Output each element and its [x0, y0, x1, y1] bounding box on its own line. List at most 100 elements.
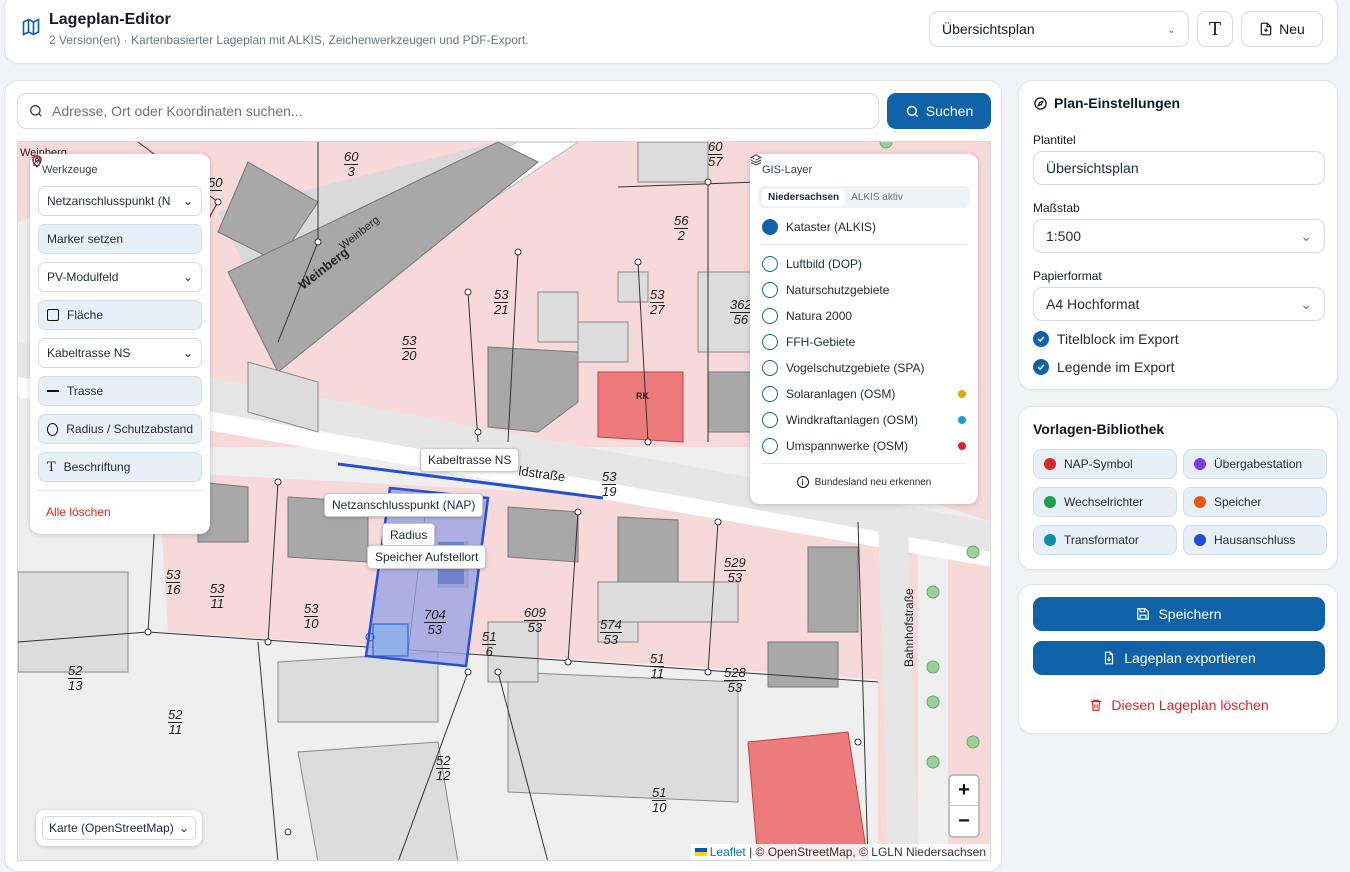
map-attribution: Leaflet | © OpenStreetMap, © LGLN Nieder… — [690, 844, 990, 860]
basemap-select[interactable]: Karte (OpenStreetMap) ⌄ — [42, 816, 196, 840]
map-canvas[interactable]: Weinberg Weinberg Weinberg ldstraße Bahn… — [17, 141, 991, 861]
layer-item[interactable]: Vogelschutzgebiete (SPA) — [762, 355, 966, 381]
chevron-down-icon: ⌄ — [1166, 23, 1176, 36]
legend-checkbox[interactable]: Legende im Export — [1033, 359, 1175, 375]
layer-item[interactable]: Kataster (ALKIS) — [751, 156, 966, 240]
app-header: Lageplan-Editor 2 Version(en) · Kartenba… — [4, 0, 1338, 64]
library-item[interactable]: Übergabestation — [1183, 449, 1327, 479]
library-item[interactable]: Wechselrichter — [1033, 487, 1177, 517]
search-button[interactable]: Suchen — [887, 93, 991, 129]
zoom-out-button[interactable]: − — [950, 806, 978, 836]
layer-item[interactable]: Naturschutzgebiete — [762, 277, 966, 303]
radius-button[interactable]: Radius / Schutzabstand — [38, 414, 202, 444]
leaflet-link[interactable]: Leaflet — [710, 845, 746, 859]
new-plan-button[interactable]: Neu — [1241, 11, 1323, 47]
layer-item[interactable]: Windkraftanlagen (OSM) — [762, 407, 966, 433]
divider — [38, 490, 202, 491]
color-dot-icon — [1044, 458, 1056, 470]
marker-button[interactable]: Marker setzen — [32, 155, 202, 254]
line-icon — [47, 390, 59, 392]
text-tool-button[interactable]: T — [1197, 11, 1233, 47]
radius-label: Radius / Schutzabstand — [66, 422, 193, 436]
plan-select-value: Übersichtsplan — [942, 21, 1035, 37]
alkis-status: ALKIS aktiv — [851, 191, 903, 203]
plan-settings-card: Plan-Einstellungen Plantitel Übersichtsp… — [1018, 80, 1338, 390]
library-item-label: Speicher — [1214, 495, 1262, 509]
area-type-select[interactable]: PV-Modulfeld ⌄ — [38, 262, 202, 292]
zoom-in-button[interactable]: + — [950, 776, 978, 806]
library-item-label: Wechselrichter — [1064, 495, 1144, 509]
circle-icon — [762, 412, 778, 428]
chevron-down-icon: ⌄ — [178, 821, 189, 835]
nap-type-value: Netzanschlusspunkt (N — [47, 194, 171, 208]
plan-title-input[interactable]: Übersichtsplan — [1033, 151, 1325, 185]
circle-icon — [762, 256, 778, 272]
color-dot-icon — [1044, 534, 1056, 546]
paper-select[interactable]: A4 Hochformat ⌄ — [1033, 287, 1325, 321]
route-button[interactable]: Trasse — [38, 376, 202, 406]
scale-select[interactable]: 1:500 ⌄ — [1033, 219, 1325, 253]
layer-item[interactable]: Solaranlagen (OSM) — [762, 381, 966, 407]
tooltip-radius: Radius — [382, 523, 436, 547]
search-input[interactable] — [52, 103, 852, 119]
state-badge: Niedersachsen — [762, 188, 846, 206]
divider — [762, 244, 966, 245]
layer-label: Luftbild (DOP) — [786, 257, 863, 271]
layer-color-dot — [958, 390, 966, 398]
paper-label: Papierformat — [1033, 269, 1102, 283]
layer-list: Kataster (ALKIS) Luftbild (DOP) Naturschut… — [751, 156, 966, 459]
zoom-control: + − — [948, 774, 980, 838]
library-item[interactable]: NAP-Symbol — [1033, 449, 1177, 479]
area-button[interactable]: Fläche — [38, 300, 202, 330]
clear-all-button[interactable]: Alle löschen — [31, 155, 202, 525]
library-item[interactable]: Speicher — [1183, 487, 1327, 517]
route-type-select[interactable]: Kabeltrasse NS ⌄ — [38, 338, 202, 368]
search-box[interactable] — [17, 93, 879, 129]
layer-color-dot — [958, 442, 966, 450]
map-icon — [22, 18, 40, 36]
gis-title-text: GIS-Layer — [762, 164, 813, 176]
layer-item[interactable]: Umspannwerke (OSM) — [762, 433, 966, 459]
trash-icon — [1091, 699, 1102, 711]
detect-state-button[interactable]: i Bundesland neu erkennen — [762, 468, 966, 496]
layer-color-dot — [958, 416, 966, 424]
chevron-down-icon: ⌄ — [182, 270, 193, 284]
plan-version-select[interactable]: Übersichtsplan ⌄ — [929, 11, 1189, 47]
tooltip-nap: Netzanschlusspunkt (NAP) — [324, 493, 484, 517]
layer-label: Naturschutzgebiete — [786, 283, 890, 297]
search-icon — [30, 105, 42, 117]
save-icon — [1137, 608, 1150, 620]
color-dot-icon — [1194, 458, 1206, 470]
clear-all-label: Alle löschen — [46, 505, 111, 519]
label-button[interactable]: T Beschriftung — [38, 452, 202, 482]
circle-icon — [762, 334, 778, 350]
library-item[interactable]: Transformator — [1033, 525, 1177, 555]
layer-item[interactable]: FFH-Gebiete — [762, 329, 966, 355]
circle-icon — [762, 386, 778, 402]
library-item[interactable]: Hausanschluss — [1183, 525, 1327, 555]
titleblock-checkbox[interactable]: Titelblock im Export — [1033, 331, 1179, 347]
delete-plan-button[interactable]: Diesen Lageplan löschen — [1033, 693, 1325, 717]
square-icon — [47, 309, 59, 321]
layer-label: Umspannwerke (OSM) — [786, 439, 909, 453]
library-item-label: Übergabestation — [1214, 457, 1303, 471]
export-button[interactable]: Lageplan exportieren — [1033, 641, 1325, 675]
marker-label: Marker setzen — [47, 232, 124, 246]
template-library-card: Vorlagen-Bibliothek NAP-Symbol Übergabest… — [1018, 406, 1338, 570]
layer-label: Solaranlagen (OSM) — [786, 387, 896, 401]
circle-icon — [762, 438, 778, 454]
plan-title-value: Übersichtsplan — [1046, 160, 1139, 176]
chevron-down-icon: ⌄ — [1300, 295, 1312, 312]
layer-label: Kataster (ALKIS) — [786, 220, 877, 234]
file-plus-icon — [1260, 22, 1272, 36]
layer-item[interactable]: Luftbild (DOP) — [762, 251, 966, 277]
save-button[interactable]: Speichern — [1033, 597, 1325, 631]
street-label-bahnhofstrasse: Bahnhofstraße — [902, 588, 916, 667]
nap-type-select[interactable]: Netzanschlusspunkt (N ⌄ — [38, 186, 202, 216]
library-item-label: NAP-Symbol — [1064, 457, 1133, 471]
layer-item[interactable]: Natura 2000 — [762, 303, 966, 329]
file-export-icon — [1105, 651, 1114, 665]
circle-icon — [762, 308, 778, 324]
trash-icon — [31, 155, 42, 166]
export-label: Lageplan exportieren — [1124, 650, 1256, 666]
